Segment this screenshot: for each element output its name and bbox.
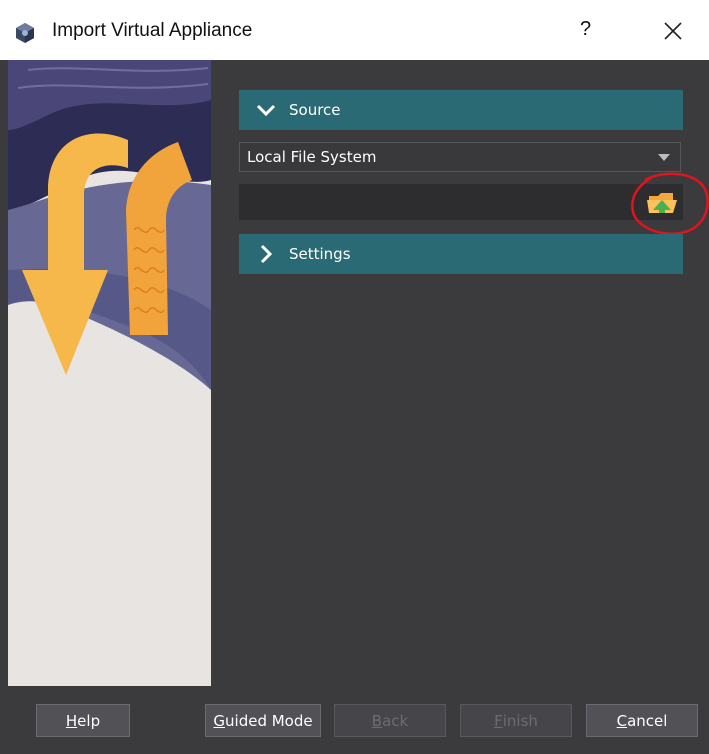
wizard-art [8, 60, 211, 686]
finish-button[interactable]: Finish [460, 704, 572, 737]
window-title: Import Virtual Appliance [52, 20, 253, 41]
back-mnemonic: B [371, 711, 383, 730]
content-panel: Source Local File System Settings [211, 60, 709, 686]
settings-section-header[interactable]: Settings [239, 234, 683, 274]
source-select-value: Local File System [247, 148, 377, 166]
settings-section-label: Settings [289, 245, 351, 263]
guided-mode-mnemonic: G [213, 711, 226, 730]
wizard-side-illustration [8, 60, 211, 686]
help-context-button[interactable]: ? [580, 18, 591, 41]
source-select[interactable]: Local File System [239, 142, 681, 172]
help-mnemonic: H [65, 711, 78, 730]
chevron-right-icon [260, 244, 273, 264]
chevron-down-icon [256, 104, 276, 117]
help-label: elp [77, 711, 101, 730]
cancel-label: ancel [627, 711, 668, 730]
help-button[interactable]: Help [36, 704, 130, 737]
file-path-input[interactable] [239, 184, 623, 220]
cancel-mnemonic: C [616, 711, 628, 730]
source-section-label: Source [289, 101, 341, 119]
dropdown-arrow-icon [658, 154, 670, 161]
title-bar: Import Virtual Appliance ? [0, 0, 709, 60]
back-label: ack [382, 711, 409, 730]
source-section-header[interactable]: Source [239, 90, 683, 130]
close-icon[interactable] [660, 18, 686, 44]
finish-label: inish [502, 711, 538, 730]
finish-mnemonic: F [494, 711, 503, 730]
back-button[interactable]: Back [334, 704, 446, 737]
cancel-button[interactable]: Cancel [586, 704, 698, 737]
virtualbox-cube-icon [16, 23, 34, 43]
guided-mode-button[interactable]: Guided Mode [205, 704, 321, 737]
guided-mode-label: uided Mode [225, 711, 313, 730]
folder-open-icon[interactable] [645, 186, 679, 218]
